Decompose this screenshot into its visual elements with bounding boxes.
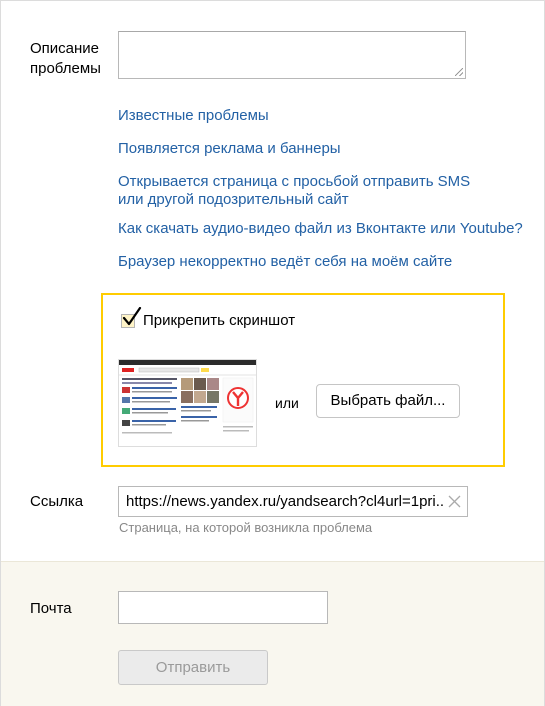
help-link-site-misbehaves[interactable]: Браузер некорректно ведёт себя на моём с…	[118, 253, 538, 271]
or-text: или	[275, 395, 299, 411]
attach-screenshot-checkbox[interactable]	[121, 307, 142, 328]
check-mark-icon	[122, 307, 142, 326]
help-link-download-audio-video[interactable]: Как скачать аудио-видео файл из Вконтакт…	[118, 220, 538, 238]
help-link-known-problems[interactable]: Известные проблемы	[118, 107, 538, 125]
link-label: Ссылка	[30, 493, 84, 510]
screenshot-attach-panel: Прикрепить скриншот или Выбрать файл...	[101, 293, 505, 467]
footer-section: Почта Отправить	[1, 561, 544, 706]
screenshot-preview-image	[119, 360, 256, 446]
attach-screenshot-label[interactable]: Прикрепить скриншот	[143, 312, 295, 330]
description-textarea[interactable]	[118, 31, 466, 79]
choose-file-button[interactable]: Выбрать файл...	[316, 384, 460, 418]
submit-button[interactable]: Отправить	[118, 650, 268, 685]
clear-x-icon[interactable]	[447, 494, 462, 509]
email-field[interactable]	[118, 591, 328, 624]
link-hint: Страница, на которой возникла проблема	[119, 520, 373, 535]
resize-grip-icon[interactable]	[455, 68, 463, 76]
help-link-ads-banners[interactable]: Появляется реклама и баннеры	[118, 140, 538, 158]
email-label: Почта	[30, 600, 72, 617]
link-input-value: https://news.yandex.ru/yandsearch?cl4url…	[126, 493, 444, 510]
description-label-text: Описание проблемы	[30, 40, 101, 77]
screenshot-thumbnail	[118, 359, 257, 447]
link-input[interactable]: https://news.yandex.ru/yandsearch?cl4url…	[118, 486, 468, 517]
description-label: Описание проблемы	[30, 39, 110, 79]
help-link-sms-page[interactable]: Открывается страница с просьбой отправит…	[118, 173, 478, 209]
bug-report-form: Описание проблемы Известные проблемы Поя…	[0, 0, 545, 706]
help-links-list: Известные проблемы Появляется реклама и …	[118, 107, 538, 286]
